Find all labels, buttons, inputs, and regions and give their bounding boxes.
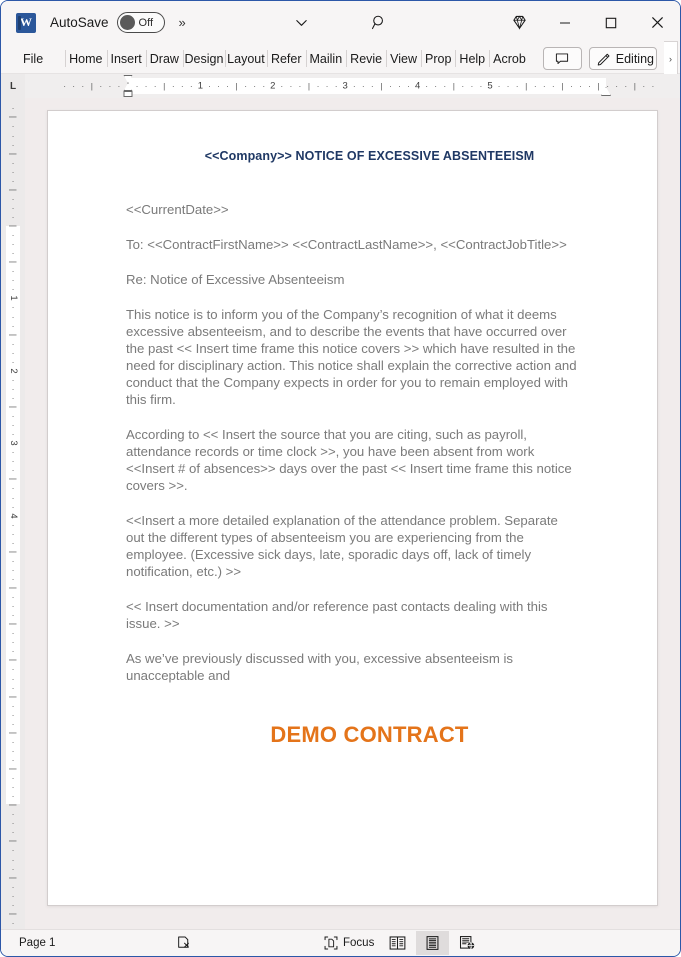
- view-print-layout[interactable]: [416, 931, 449, 955]
- paragraph-recipient: To: <<ContractFirstName>> <<ContractLast…: [126, 237, 567, 252]
- paragraph-notice-intro: This notice is to inform you of the Comp…: [126, 307, 577, 407]
- paragraph-closing: As we’ve previously discussed with you, …: [126, 651, 514, 683]
- tab-insert[interactable]: Insert: [106, 44, 146, 73]
- paragraph-current-date: <<CurrentDate>>: [126, 202, 229, 217]
- tab-mailings[interactable]: Mailin: [305, 44, 347, 73]
- tab-review[interactable]: Revie: [346, 44, 386, 73]
- editing-mode-button[interactable]: Editing: [588, 47, 657, 70]
- tab-stop-selector[interactable]: L: [1, 74, 25, 98]
- ribbon-right-group: Editing ›: [542, 41, 680, 76]
- demo-contract-watermark: DEMO CONTRACT: [270, 722, 469, 747]
- tab-view[interactable]: View: [386, 44, 421, 73]
- status-focus-button[interactable]: Focus: [316, 930, 382, 956]
- close-button[interactable]: [634, 1, 680, 44]
- print-layout-icon: [425, 935, 440, 951]
- pencil-icon: [597, 52, 611, 66]
- document-page[interactable]: <<Company>> NOTICE OF EXCESSIVE ABSENTEE…: [47, 110, 658, 906]
- document-canvas[interactable]: <<Company>> NOTICE OF EXCESSIVE ABSENTEE…: [25, 98, 680, 929]
- focus-label: Focus: [343, 937, 375, 949]
- vertical-ruler[interactable]: · | · · · | · · · | · · · | · · · | · · · 1 · · · | · · · 2 · · · | · · · 3 · ·…: [1, 98, 25, 929]
- view-mode-group: [381, 930, 484, 956]
- status-bar: Page 1 Focus: [1, 929, 680, 956]
- horizontal-ruler[interactable]: L ···|···|···|···1···|···2···|···3···|··…: [1, 74, 680, 98]
- customize-quick-access-icon[interactable]: [287, 10, 317, 36]
- autosave-label: AutoSave: [50, 15, 109, 30]
- web-layout-icon: [459, 935, 476, 951]
- document-heading: <<Company>> NOTICE OF EXCESSIVE ABSENTEE…: [204, 149, 535, 163]
- tab-design[interactable]: Design: [182, 44, 225, 73]
- quick-access-more-icon[interactable]: »: [179, 15, 186, 30]
- view-web-layout[interactable]: [451, 931, 484, 955]
- ribbon-tabs: File Home Insert Draw Design Layout Refe…: [1, 41, 680, 76]
- editor-area: · | · · · | · · · | · · · | · · · | · · · 1 · · · | · · · 2 · · · | · · · 3 · ·…: [1, 98, 680, 929]
- autosave-toggle-knob: [119, 15, 135, 30]
- status-proofing-button[interactable]: [168, 930, 200, 956]
- autosave-state-label: Off: [138, 16, 154, 29]
- paragraph-documentation: << Insert documentation and/or reference…: [126, 599, 548, 631]
- tab-acrobat[interactable]: Acrob: [489, 44, 530, 73]
- focus-icon: [324, 936, 338, 950]
- minimize-button[interactable]: [542, 1, 588, 44]
- tab-file[interactable]: File: [19, 44, 53, 73]
- paragraph-subject: Re: Notice of Excessive Absenteeism: [126, 272, 345, 287]
- diamond-icon[interactable]: [496, 1, 542, 44]
- comments-button[interactable]: [542, 47, 582, 70]
- maximize-button[interactable]: [588, 1, 634, 44]
- tab-layout[interactable]: Layout: [224, 44, 267, 73]
- tab-references[interactable]: Refer: [266, 44, 306, 73]
- search-icon[interactable]: [365, 10, 395, 36]
- tab-help[interactable]: Help: [455, 44, 489, 73]
- status-page-number[interactable]: Page 1: [11, 930, 63, 956]
- window-controls: [496, 1, 680, 44]
- read-mode-icon: [389, 935, 406, 951]
- paragraph-absence-source: According to << Insert the source that y…: [126, 427, 572, 493]
- autosave-toggle[interactable]: Off: [116, 12, 165, 33]
- word-app-icon[interactable]: W: [16, 12, 36, 33]
- document-body[interactable]: <<Company>> NOTICE OF EXCESSIVE ABSENTEE…: [48, 111, 657, 748]
- horizontal-ruler-track[interactable]: ···|···|···|···1···|···2···|···3···|···4…: [25, 74, 680, 98]
- word-window: W AutoSave Off » File Home Insert Draw D…: [0, 0, 681, 957]
- tab-proposify[interactable]: Prop: [421, 44, 455, 73]
- ribbon-overflow-chevron-icon[interactable]: ›: [664, 41, 678, 76]
- tab-draw[interactable]: Draw: [145, 44, 183, 73]
- proofing-errors-icon: [176, 935, 192, 951]
- tab-home[interactable]: Home: [65, 44, 106, 73]
- editing-mode-label: Editing: [615, 51, 654, 66]
- left-indent-marker[interactable]: [123, 91, 133, 97]
- comment-icon: [555, 52, 569, 66]
- paragraph-detailed-explanation: <<Insert a more detailed explanation of …: [126, 513, 558, 579]
- title-bar: W AutoSave Off »: [1, 1, 680, 44]
- page-number-label: Page 1: [19, 937, 56, 949]
- view-read-mode[interactable]: [381, 931, 414, 955]
